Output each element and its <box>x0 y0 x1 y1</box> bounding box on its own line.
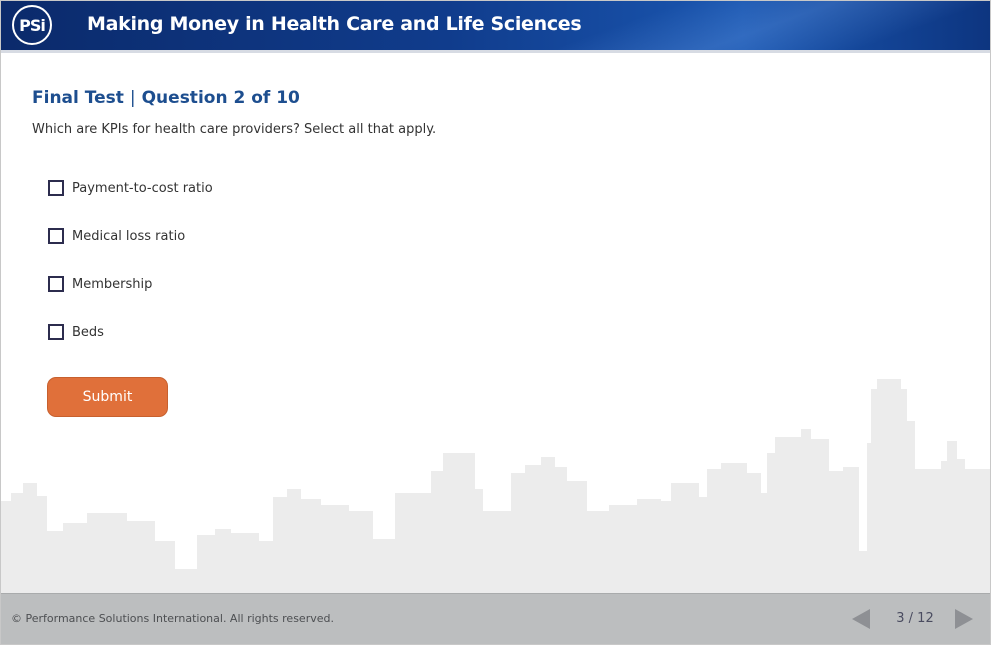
option-label: Beds <box>72 324 104 340</box>
header-decoration <box>510 1 990 50</box>
option-medical-loss-ratio[interactable]: Medical loss ratio <box>48 226 185 246</box>
slide-frame: PSi Making Money in Health Care and Life… <box>0 0 991 645</box>
option-payment-to-cost-ratio[interactable]: Payment-to-cost ratio <box>48 178 213 198</box>
option-membership[interactable]: Membership <box>48 274 152 294</box>
checkbox[interactable] <box>48 180 64 196</box>
submit-button[interactable]: Submit <box>47 377 168 417</box>
footer-bar: © Performance Solutions International. A… <box>1 593 990 644</box>
course-title: Making Money in Health Care and Life Sci… <box>87 13 582 35</box>
question-heading: Final Test | Question 2 of 10 <box>32 88 300 108</box>
test-section-label: Final Test <box>32 88 124 108</box>
option-label: Medical loss ratio <box>72 228 186 244</box>
checkbox[interactable] <box>48 228 64 244</box>
option-beds[interactable]: Beds <box>48 322 104 342</box>
question-prompt: Which are KPIs for health care providers… <box>32 122 437 137</box>
copyright-text: © Performance Solutions International. A… <box>11 612 334 625</box>
question-number-label: Question 2 of 10 <box>141 88 300 108</box>
option-label: Membership <box>72 276 153 292</box>
checkbox[interactable] <box>48 324 64 340</box>
header-bar: PSi Making Money in Health Care and Life… <box>1 1 990 50</box>
option-label: Payment-to-cost ratio <box>72 180 213 196</box>
header-divider <box>1 50 990 53</box>
checkbox[interactable] <box>48 276 64 292</box>
page-indicator: 3 / 12 <box>896 611 934 626</box>
triangle-left-icon[interactable] <box>850 608 872 630</box>
triangle-right-icon[interactable] <box>953 608 975 630</box>
psi-logo: PSi <box>12 5 52 45</box>
heading-separator: | <box>129 88 136 108</box>
